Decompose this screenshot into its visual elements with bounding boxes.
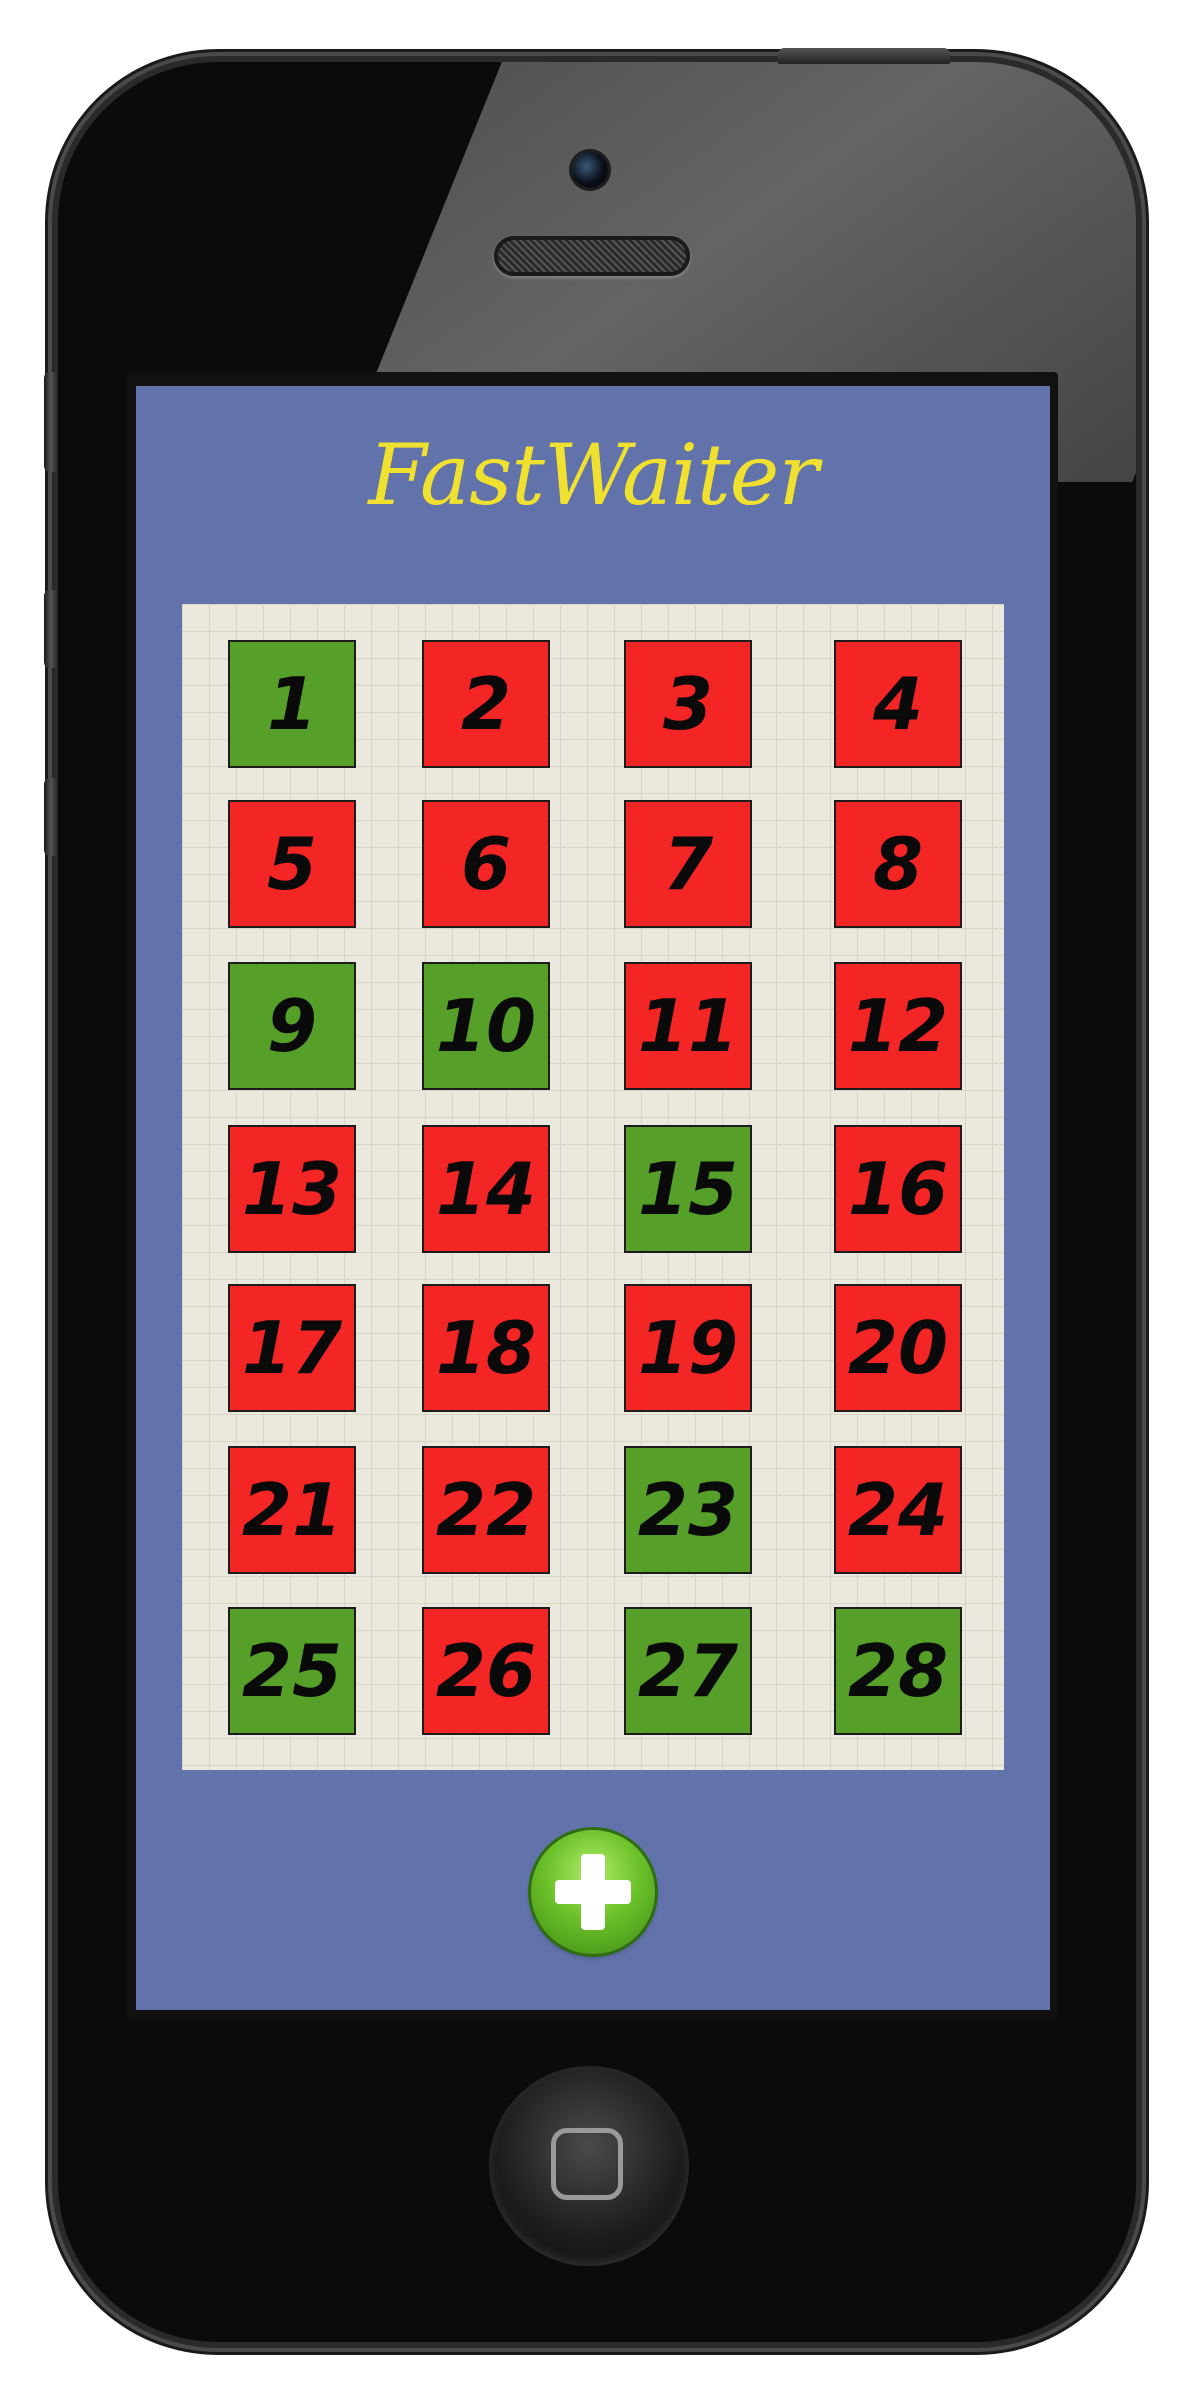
table-tile-24[interactable]: 24 <box>834 1446 962 1574</box>
table-tile-27[interactable]: 27 <box>624 1607 752 1735</box>
table-tile-25[interactable]: 25 <box>228 1607 356 1735</box>
table-tile-28[interactable]: 28 <box>834 1607 962 1735</box>
table-tile-18[interactable]: 18 <box>422 1284 550 1412</box>
table-tile-10[interactable]: 10 <box>422 962 550 1090</box>
add-table-button[interactable] <box>531 1830 655 1954</box>
table-tile-6[interactable]: 6 <box>422 800 550 928</box>
table-tile-5[interactable]: 5 <box>228 800 356 928</box>
table-tile-13[interactable]: 13 <box>228 1125 356 1253</box>
home-button[interactable] <box>489 2066 689 2266</box>
table-tile-22[interactable]: 22 <box>422 1446 550 1574</box>
table-tile-17[interactable]: 17 <box>228 1284 356 1412</box>
table-tile-11[interactable]: 11 <box>624 962 752 1090</box>
table-tile-12[interactable]: 12 <box>834 962 962 1090</box>
power-button[interactable] <box>778 48 950 64</box>
mute-switch[interactable] <box>44 372 58 472</box>
home-square-icon <box>551 2128 623 2200</box>
front-camera <box>572 152 608 188</box>
table-tile-23[interactable]: 23 <box>624 1446 752 1574</box>
table-tile-7[interactable]: 7 <box>624 800 752 928</box>
table-tile-9[interactable]: 9 <box>228 962 356 1090</box>
table-tile-21[interactable]: 21 <box>228 1446 356 1574</box>
earpiece-speaker <box>494 236 690 276</box>
table-tile-8[interactable]: 8 <box>834 800 962 928</box>
table-tile-3[interactable]: 3 <box>624 640 752 768</box>
table-tile-19[interactable]: 19 <box>624 1284 752 1412</box>
table-tile-2[interactable]: 2 <box>422 640 550 768</box>
tables-grid: 1 2 3 4 5 6 7 8 9 10 11 12 13 14 15 16 17 18 19 20 21 22 23 24 2… <box>182 604 1004 1770</box>
app-screen: FastWaiter 1 2 3 4 5 6 7 8 9 10 11 12 13 14 15 16 17 18 19… <box>136 386 1050 2010</box>
table-tile-26[interactable]: 26 <box>422 1607 550 1735</box>
table-tile-15[interactable]: 15 <box>624 1125 752 1253</box>
table-tile-14[interactable]: 14 <box>422 1125 550 1253</box>
app-title: FastWaiter <box>368 426 818 524</box>
table-tile-1[interactable]: 1 <box>228 640 356 768</box>
table-tile-16[interactable]: 16 <box>834 1125 962 1253</box>
table-tile-4[interactable]: 4 <box>834 640 962 768</box>
volume-up-button[interactable] <box>44 590 58 668</box>
volume-down-button[interactable] <box>44 778 58 856</box>
table-tile-20[interactable]: 20 <box>834 1284 962 1412</box>
plus-icon-bar <box>555 1880 631 1904</box>
